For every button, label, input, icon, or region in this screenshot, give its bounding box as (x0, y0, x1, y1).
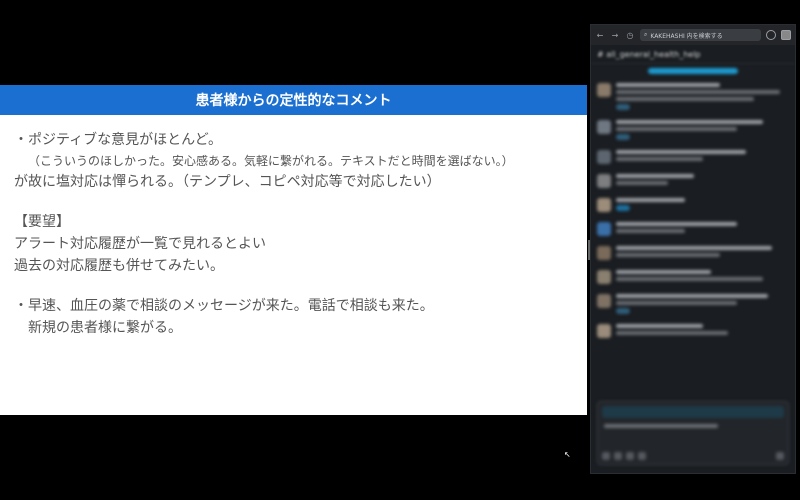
slide-line-positive: ・ポジティブな意見がほとんど。 (14, 132, 223, 148)
format-icon[interactable] (614, 452, 622, 460)
channel-name: # all_general_health_help (597, 49, 701, 59)
slide-line-past-history: 過去の対応履歴も併せてみたい。 (14, 258, 224, 274)
search-icon: ⌕ (644, 31, 648, 38)
chat-sidebar: ← → ◷ ⌕ KAKEHASHI 内を検索する # all_general_h… (590, 24, 796, 474)
avatar (597, 174, 611, 188)
date-divider (648, 68, 738, 74)
slide-body: ・ポジティブな意見がほとんど。 （こういうのほしかった。安心感ある。気軽に繋がれ… (0, 115, 587, 339)
message-list (591, 68, 795, 343)
list-item[interactable] (591, 265, 795, 289)
list-item[interactable] (591, 217, 795, 241)
avatar (597, 120, 611, 134)
avatar (597, 270, 611, 284)
list-item[interactable] (591, 145, 795, 169)
list-item[interactable] (591, 78, 795, 115)
message-composer[interactable] (597, 401, 789, 465)
chat-toolbar: ← → ◷ ⌕ KAKEHASHI 内を検索する (591, 25, 795, 45)
avatar[interactable] (781, 30, 791, 40)
slide-line-consultation: ・早速、血圧の薬で相談のメッセージが来た。電話で相談も来た。 (14, 298, 434, 314)
list-item[interactable] (591, 241, 795, 265)
slide-line-new-patients: 新規の患者様に繋がる。 (28, 320, 182, 336)
back-icon[interactable]: ← (595, 31, 605, 40)
slide-line-alert-history: アラート対応履歴が一覧で見れるとよい (14, 236, 266, 252)
slide-line-examples: （こういうのほしかった。安心感ある。気軽に繋がれる。テキストだと時間を選ばない。… (28, 154, 514, 168)
emoji-icon[interactable] (626, 452, 634, 460)
mention-icon[interactable] (638, 452, 646, 460)
list-item[interactable] (591, 169, 795, 193)
avatar (597, 222, 611, 236)
send-icon[interactable] (776, 452, 784, 460)
help-icon[interactable] (766, 30, 776, 40)
composer-toolbar (602, 452, 784, 460)
avatar (597, 294, 611, 308)
slide-title: 患者様からの定性的なコメント (0, 85, 587, 115)
attach-icon[interactable] (602, 452, 610, 460)
slide-line-response: が故に塩対応は憚られる。（テンプレ、コピペ対応等で対応したい） (14, 174, 441, 190)
search-input[interactable]: ⌕ KAKEHASHI 内を検索する (640, 29, 761, 41)
list-item[interactable] (591, 115, 795, 145)
mouse-cursor-icon: ↖ (564, 450, 571, 459)
list-item[interactable] (591, 319, 795, 343)
forward-icon[interactable]: → (610, 31, 620, 40)
channel-header[interactable]: # all_general_health_help (591, 45, 795, 64)
list-item[interactable] (591, 289, 795, 319)
list-item[interactable] (591, 193, 795, 217)
avatar (597, 198, 611, 212)
avatar (597, 324, 611, 338)
avatar (597, 83, 611, 97)
avatar (597, 246, 611, 260)
quoted-message (602, 406, 784, 418)
history-icon[interactable]: ◷ (625, 31, 635, 40)
avatar (597, 150, 611, 164)
presentation-slide: 患者様からの定性的なコメント ・ポジティブな意見がほとんど。 （こういうのほしか… (0, 85, 587, 415)
slide-line-request-heading: 【要望】 (14, 214, 70, 230)
search-placeholder: KAKEHASHI 内を検索する (650, 32, 723, 40)
